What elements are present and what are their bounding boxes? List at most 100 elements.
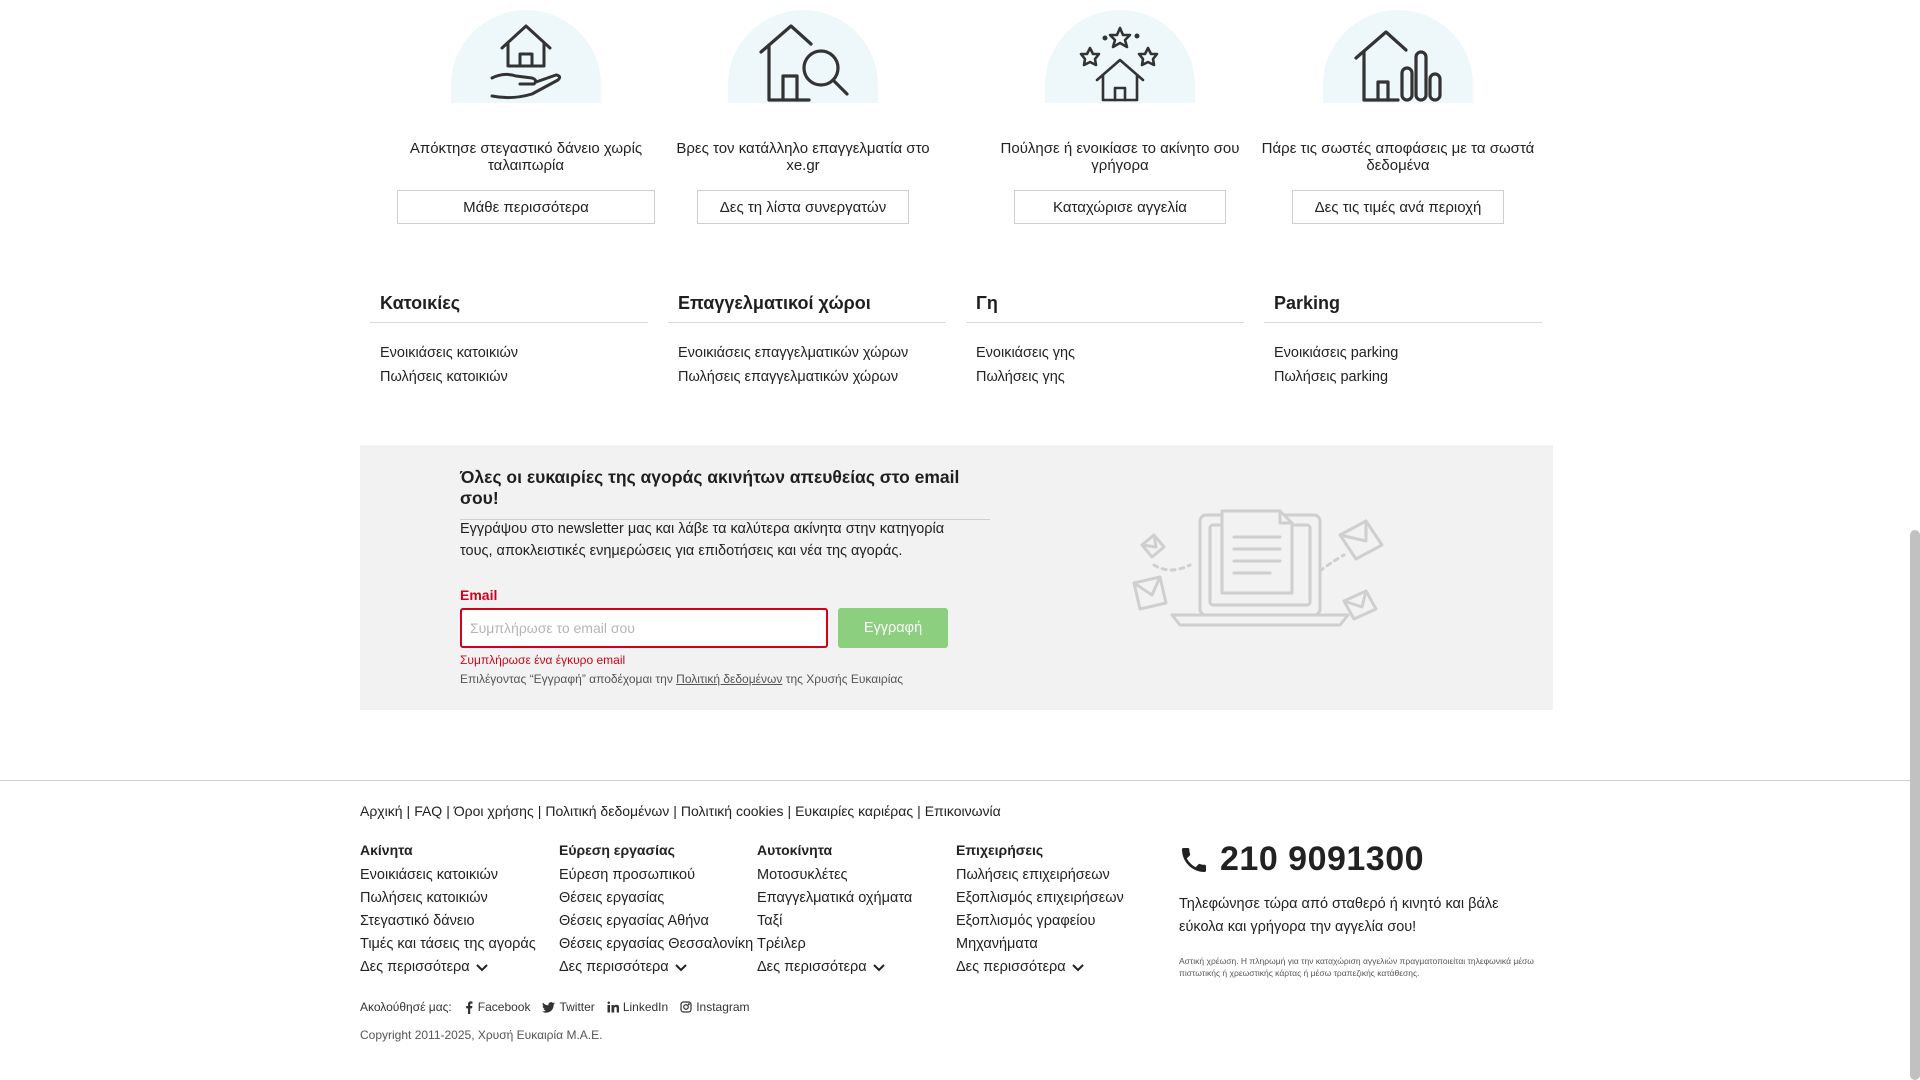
phone-description: Τηλεφώνησε τώρα από σταθερό ή κινητό και…	[1179, 896, 1499, 935]
email-error-message: Συμπλήρωσε ένα έγκυρο email	[460, 653, 626, 667]
category-link[interactable]: Ενοικιάσεις επαγγελματικών χώρων	[678, 341, 936, 365]
chevron-down-icon	[872, 963, 885, 971]
legal-prefix: Επιλέγοντας “Εγγραφή” αποδέχομαι την	[460, 672, 673, 686]
see-more-label: Δες περισσότερα	[360, 959, 470, 975]
newsletter-section: Όλες οι ευκαιρίες της αγοράς ακινήτων απ…	[360, 445, 1553, 710]
house-stars-icon	[1079, 26, 1159, 102]
instagram-link[interactable]: Instagram	[680, 1000, 750, 1014]
footer-link-cookies[interactable]: Πολιτική cookies	[681, 803, 784, 819]
see-more-toggle[interactable]: Δες περισσότερα	[559, 956, 757, 979]
footer-link[interactable]: Στεγαστικό δάνειο	[360, 910, 558, 933]
prices-by-area-button[interactable]: Δες τις τιμές ανά περιοχή	[1292, 190, 1504, 224]
feature-text: Πούλησε ή ενοικίασε το ακίνητο σου γρήγο…	[1000, 140, 1240, 174]
feature-text: Βρες τον κατάλληλο επαγγελματία στο xe.g…	[676, 140, 930, 174]
category-title: Κατοικίες	[370, 285, 648, 323]
phone-icon	[1182, 847, 1206, 872]
footer-link-data-policy[interactable]: Πολιτική δεδομένων	[545, 803, 669, 819]
chevron-down-icon	[674, 963, 687, 971]
house-in-hand-icon	[490, 24, 562, 100]
newsletter-legal-text: Επιλέγοντας “Εγγραφή” αποδέχομαι την Πολ…	[460, 672, 903, 686]
category-parking: Parking Ενοικιάσεις parking Πωλήσεις par…	[1264, 285, 1542, 389]
footer-link[interactable]: Εξοπλισμός επιχειρήσεων	[956, 887, 1154, 910]
category-title: Parking	[1264, 285, 1542, 323]
footer-link[interactable]: Τιμές και τάσεις της αγοράς	[360, 933, 558, 956]
category-land: Γη Ενοικιάσεις γης Πωλήσεις γης	[966, 285, 1244, 389]
newsletter-title: Όλες οι ευκαιρίες της αγοράς ακινήτων απ…	[460, 467, 990, 520]
see-more-toggle[interactable]: Δες περισσότερα	[360, 956, 558, 979]
category-link[interactable]: Ενοικιάσεις κατοικιών	[380, 341, 638, 365]
facebook-icon	[465, 1000, 473, 1014]
feature-text: Πάρε τις σωστές αποφάσεις με τα σωστά δε…	[1261, 140, 1535, 174]
category-link[interactable]: Πωλήσεις parking	[1274, 365, 1532, 389]
footer-link[interactable]: Ταξί	[757, 910, 955, 933]
see-more-label: Δες περισσότερα	[956, 959, 1066, 975]
phone-contact[interactable]: 210 9091300	[1178, 840, 1424, 879]
linkedin-link[interactable]: LinkedIn	[607, 1000, 668, 1014]
twitter-link[interactable]: Twitter	[542, 1000, 595, 1014]
footer-column-jobs: Εύρεση εργασίας Εύρεση προσωπικού Θέσεις…	[559, 842, 757, 979]
footer-column-title: Επιχειρήσεις	[956, 842, 1044, 858]
partners-list-button[interactable]: Δες τη λίστα συνεργατών	[697, 190, 909, 224]
separator: |	[446, 803, 450, 819]
footer-link[interactable]: Θέσεις εργασίας	[559, 887, 757, 910]
copyright: Copyright 2011-2025, Χρυσή Ευκαιρία Μ.Α.…	[360, 1028, 603, 1042]
house-search-icon	[759, 24, 849, 102]
separator: |	[673, 803, 677, 819]
see-more-toggle[interactable]: Δες περισσότερα	[757, 956, 955, 979]
see-more-toggle[interactable]: Δες περισσότερα	[956, 956, 1154, 979]
footer-link[interactable]: Επαγγελματικά οχήματα	[757, 887, 955, 910]
twitter-label: Twitter	[559, 1000, 595, 1014]
separator: |	[787, 803, 792, 819]
footer-link-home[interactable]: Αρχική	[360, 803, 403, 819]
chevron-down-icon	[1071, 963, 1084, 971]
category-link[interactable]: Πωλήσεις επαγγελματικών χώρων	[678, 365, 936, 389]
chevron-down-icon	[475, 963, 488, 971]
footer-link[interactable]: Πωλήσεις επιχειρήσεων	[956, 864, 1154, 887]
footer-link[interactable]: Εύρεση προσωπικού	[559, 864, 757, 887]
page-scrollbar[interactable]	[1910, 530, 1920, 1080]
post-listing-button[interactable]: Καταχώρισε αγγελία	[1014, 190, 1226, 224]
footer-link-terms[interactable]: Όροι χρήσης	[454, 803, 534, 819]
footer-link[interactable]: Θέσεις εργασίας Θεσσαλονίκη	[559, 933, 757, 956]
category-title: Επαγγελματικοί χώροι	[668, 285, 946, 323]
separator: |	[406, 803, 411, 819]
footer-link[interactable]: Τρέιλερ	[757, 933, 955, 956]
phone-number: 210 9091300	[1220, 840, 1425, 878]
footer-link[interactable]: Μοτοσυκλέτες	[757, 864, 955, 887]
separator: |	[917, 803, 921, 819]
feature-cards: Απόκτησε στεγαστικό δάνειο χωρίς ταλαιπω…	[0, 0, 1920, 230]
learn-more-button[interactable]: Μάθε περισσότερα	[397, 190, 655, 224]
footer-link-contact[interactable]: Επικοινωνία	[925, 803, 1001, 819]
subscribe-button[interactable]: Εγγραφή	[838, 608, 948, 648]
category-link[interactable]: Πωλήσεις γης	[976, 365, 1234, 389]
footer-link-careers[interactable]: Ευκαιρίες καριέρας	[795, 803, 913, 819]
category-link[interactable]: Ενοικιάσεις parking	[1274, 341, 1532, 365]
category-link[interactable]: Πωλήσεις κατοικιών	[380, 365, 638, 389]
linkedin-label: LinkedIn	[622, 1000, 669, 1014]
data-policy-link[interactable]: Πολιτική δεδομένων	[676, 672, 782, 686]
category-homes: Κατοικίες Ενοικιάσεις κατοικιών Πωλήσεις…	[370, 285, 648, 389]
footer-link[interactable]: Πωλήσεις κατοικιών	[360, 887, 558, 910]
social-links: Ακολούθησέ μας: Facebook Twitter LinkedI…	[360, 1000, 750, 1014]
footer-column-title: Ακίνητα	[360, 842, 413, 858]
footer-link[interactable]: Εξοπλισμός γραφείου	[956, 910, 1154, 933]
facebook-label: Facebook	[477, 1000, 531, 1014]
footer-link[interactable]: Ενοικιάσεις κατοικιών	[360, 864, 558, 887]
footer-column-real-estate: Ακίνητα Ενοικιάσεις κατοικιών Πωλήσεις κ…	[360, 842, 558, 979]
email-label: Email	[460, 587, 498, 603]
see-more-label: Δες περισσότερα	[757, 959, 867, 975]
laptop-newsletter-envelopes-icon	[1132, 509, 1384, 627]
category-title: Γη	[966, 285, 1244, 323]
footer-link-faq[interactable]: FAQ	[414, 803, 442, 819]
legal-suffix: της Χρυσής Ευκαιρίας	[785, 672, 904, 686]
email-input[interactable]	[460, 608, 828, 648]
category-commercial: Επαγγελματικοί χώροι Ενοικιάσεις επαγγελ…	[668, 285, 946, 389]
footer-link[interactable]: Μηχανήματα	[956, 933, 1154, 956]
category-link[interactable]: Ενοικιάσεις γης	[976, 341, 1234, 365]
footer-link[interactable]: Θέσεις εργασίας Αθήνα	[559, 910, 757, 933]
footer-column-title: Εύρεση εργασίας	[559, 842, 675, 858]
feature-text: Απόκτησε στεγαστικό δάνειο χωρίς ταλαιπω…	[409, 140, 643, 174]
linkedin-icon	[607, 1001, 619, 1013]
follow-us-label: Ακολούθησέ μας:	[360, 1000, 452, 1014]
facebook-link[interactable]: Facebook	[464, 1000, 531, 1014]
